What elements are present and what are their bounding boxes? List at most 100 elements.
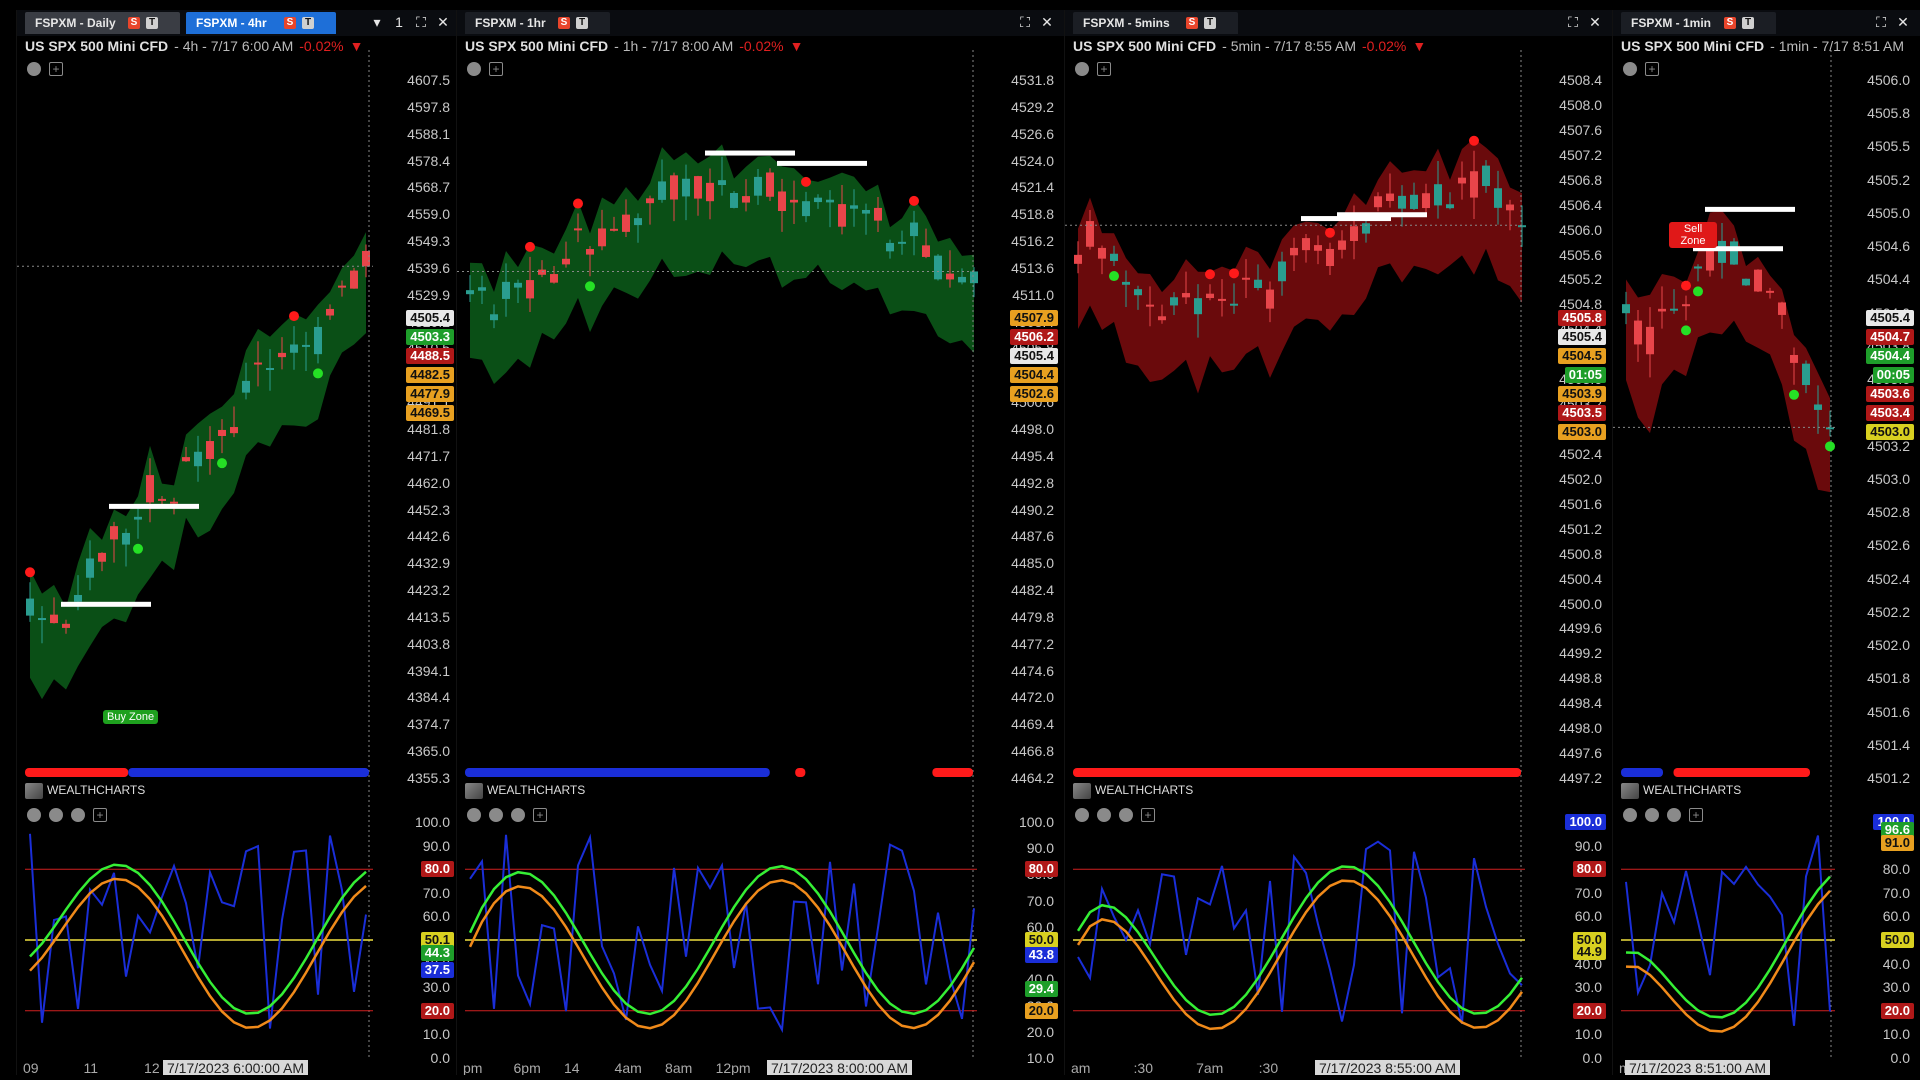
candle bbox=[1158, 316, 1166, 321]
osc-settings-icon[interactable] bbox=[1645, 808, 1659, 822]
candle bbox=[134, 516, 142, 520]
price-chart[interactable] bbox=[1065, 10, 1612, 1070]
osc-close-icon[interactable] bbox=[71, 808, 85, 822]
price-tick: 4529.2 bbox=[1011, 98, 1054, 115]
candle bbox=[1182, 293, 1190, 298]
candle bbox=[350, 270, 358, 289]
osc-add-icon[interactable]: + bbox=[93, 808, 107, 822]
wealthcharts-logo-icon bbox=[25, 782, 43, 799]
osc-tick: 90.0 bbox=[1026, 840, 1054, 857]
osc-settings-icon[interactable] bbox=[489, 808, 503, 822]
osc-tick: 60.0 bbox=[422, 908, 450, 925]
price-tick: 4506.0 bbox=[1559, 221, 1602, 238]
price-tick: 4499.6 bbox=[1559, 620, 1602, 637]
candle bbox=[1290, 247, 1298, 256]
time-axis: pm6pm144am8am12pm167/17/2023 8:00:00 AM bbox=[457, 1060, 1064, 1075]
level-marker bbox=[109, 503, 199, 509]
candle bbox=[778, 191, 786, 212]
price-tag: 4477.9 bbox=[406, 386, 454, 402]
osc-close-icon[interactable] bbox=[1119, 808, 1133, 822]
price-tick: 4526.6 bbox=[1011, 125, 1054, 142]
price-tag: 4507.9 bbox=[1010, 310, 1058, 326]
brand-label: WEALTHCHARTS bbox=[1643, 783, 1742, 797]
buy-signal-dot bbox=[1789, 389, 1799, 400]
osc-add-icon[interactable]: + bbox=[1689, 808, 1703, 822]
price-tick: 4518.8 bbox=[1011, 206, 1054, 223]
candle bbox=[502, 281, 510, 299]
candle bbox=[110, 526, 118, 540]
wealthcharts-logo-icon bbox=[1621, 782, 1639, 799]
price-tag: 01:05 bbox=[1564, 367, 1606, 383]
candle bbox=[326, 308, 334, 316]
chart-panel-4: FSPXM - 1min S T ⛶ ✕ US SPX 500 Mini CFD - 1mi… bbox=[1612, 10, 1920, 1075]
candle bbox=[922, 245, 930, 257]
candle bbox=[1658, 308, 1666, 312]
osc-close-icon[interactable] bbox=[511, 808, 525, 822]
candle bbox=[1494, 188, 1502, 208]
price-tick: 4607.5 bbox=[407, 72, 450, 88]
candle bbox=[170, 501, 178, 504]
price-tick: 4464.2 bbox=[1011, 770, 1054, 786]
candle bbox=[1350, 226, 1358, 241]
osc-visibility-icon[interactable] bbox=[1075, 808, 1089, 822]
osc-visibility-icon[interactable] bbox=[27, 808, 41, 822]
candle bbox=[622, 214, 630, 232]
candle bbox=[610, 228, 618, 231]
price-tick: 4508.4 bbox=[1559, 72, 1602, 88]
osc-settings-icon[interactable] bbox=[1097, 808, 1111, 822]
price-tick: 4477.2 bbox=[1011, 635, 1054, 652]
price-tick: 4504.6 bbox=[1867, 238, 1910, 255]
candle bbox=[38, 618, 46, 621]
osc-tick: 30.0 bbox=[422, 979, 450, 996]
candle bbox=[910, 222, 918, 237]
price-tick: 4474.6 bbox=[1011, 662, 1054, 679]
candle bbox=[1278, 261, 1286, 282]
sell-signal-dot bbox=[573, 198, 583, 209]
osc-add-icon[interactable]: + bbox=[1141, 808, 1155, 822]
price-tick: 4482.4 bbox=[1011, 582, 1054, 599]
price-tag: 00:05 bbox=[1872, 367, 1914, 383]
price-tick: 4501.6 bbox=[1867, 703, 1910, 720]
price-tick: 4529.9 bbox=[407, 286, 450, 303]
osc-add-icon[interactable]: + bbox=[533, 808, 547, 822]
time-label: 12pm bbox=[715, 1060, 751, 1075]
price-tick: 4502.4 bbox=[1559, 445, 1602, 462]
price-tick: 4506.8 bbox=[1559, 171, 1602, 188]
osc-tick: 70.0 bbox=[1026, 892, 1054, 909]
osc-visibility-icon[interactable] bbox=[467, 808, 481, 822]
candle bbox=[1386, 193, 1394, 202]
candle bbox=[538, 269, 546, 275]
price-tick: 4511.0 bbox=[1012, 286, 1054, 303]
osc-close-icon[interactable] bbox=[1667, 808, 1681, 822]
price-tag: 4503.0 bbox=[1558, 424, 1606, 440]
osc-visibility-icon[interactable] bbox=[1623, 808, 1637, 822]
osc-tick: 70.0 bbox=[1574, 884, 1602, 901]
level-marker bbox=[705, 150, 795, 156]
osc-tag: 80.0 bbox=[1024, 861, 1058, 878]
price-tick: 4568.7 bbox=[407, 179, 450, 196]
price-tick: 4501.2 bbox=[1559, 520, 1602, 537]
trend-status-bar bbox=[465, 768, 770, 777]
price-tag: 4504.4 bbox=[1866, 348, 1914, 364]
time-axis: am:307am:308am7/17/2023 8:55:00 AM bbox=[1065, 1060, 1612, 1075]
sell-signal-dot bbox=[1325, 227, 1335, 238]
osc-tag: 91.0 bbox=[1880, 835, 1914, 852]
osc-tick: 90.0 bbox=[422, 837, 450, 854]
trend-status-bar bbox=[795, 768, 806, 777]
price-chart[interactable] bbox=[457, 10, 1064, 1070]
candle bbox=[646, 198, 654, 204]
candle bbox=[1506, 204, 1514, 211]
buy-signal-dot bbox=[1109, 271, 1119, 282]
osc-tick: 100.0 bbox=[414, 814, 450, 830]
price-tick: 4423.2 bbox=[407, 582, 450, 599]
sell-signal-dot bbox=[909, 195, 919, 206]
candle bbox=[26, 598, 34, 616]
time-label: 8am bbox=[665, 1060, 693, 1075]
price-tick: 4502.0 bbox=[1559, 470, 1602, 487]
candle bbox=[706, 182, 714, 202]
sell-signal-dot bbox=[1205, 269, 1215, 280]
time-label: 09 bbox=[23, 1060, 39, 1075]
candle bbox=[898, 241, 906, 244]
osc-settings-icon[interactable] bbox=[49, 808, 63, 822]
trend-status-bar bbox=[25, 768, 129, 777]
